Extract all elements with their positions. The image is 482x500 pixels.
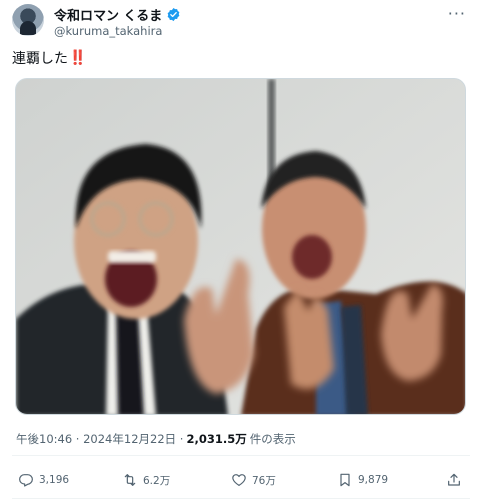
tweet-header: 令和ロマン くるま @kuruma_takahira ··· [12,4,470,44]
reply-icon [19,474,33,487]
retweet-count: 6.2万 [143,474,171,487]
bookmark-icon [340,473,350,487]
reply-count: 3,196 [39,474,70,486]
display-name[interactable]: 令和ロマン くるま [54,5,162,24]
retweet-button[interactable]: 6.2万 [122,468,170,492]
bookmark-count: 9,879 [358,474,389,486]
divider [12,455,470,456]
avatar[interactable] [12,4,44,36]
reply-button[interactable]: 3,196 [18,468,69,492]
tweet-text-body: 連覇した [12,51,68,67]
timestamp[interactable]: 午後10:46 · 2024年12月22日 · [16,431,183,447]
tweet-meta: 午後10:46 · 2024年12月22日 · 2,031.5万 件の表示 [16,431,296,447]
share-button[interactable] [446,468,462,492]
double-exclamation-emoji: ‼️ [69,50,87,66]
retweet-icon [124,474,136,486]
like-count: 76万 [252,474,276,487]
name-row: 令和ロマン くるま [54,5,181,24]
like-icon [232,474,246,486]
more-icon[interactable]: ··· [448,4,466,23]
bookmark-button[interactable]: 9,879 [337,468,388,492]
views-count: 2,031.5万 [186,432,247,446]
bottom-divider [12,498,470,499]
handle[interactable]: @kuruma_takahira [54,24,162,38]
views-label: 件の表示 [249,432,296,446]
verified-badge-icon [167,7,180,21]
share-icon [448,473,460,486]
action-bar: 3,196 6.2万 76万 9,879 [0,468,482,492]
tweet-text: 連覇した ‼️ [12,48,86,68]
like-button[interactable]: 76万 [231,468,276,492]
tweet-photo[interactable] [15,78,466,415]
photo-illustration [16,79,465,414]
